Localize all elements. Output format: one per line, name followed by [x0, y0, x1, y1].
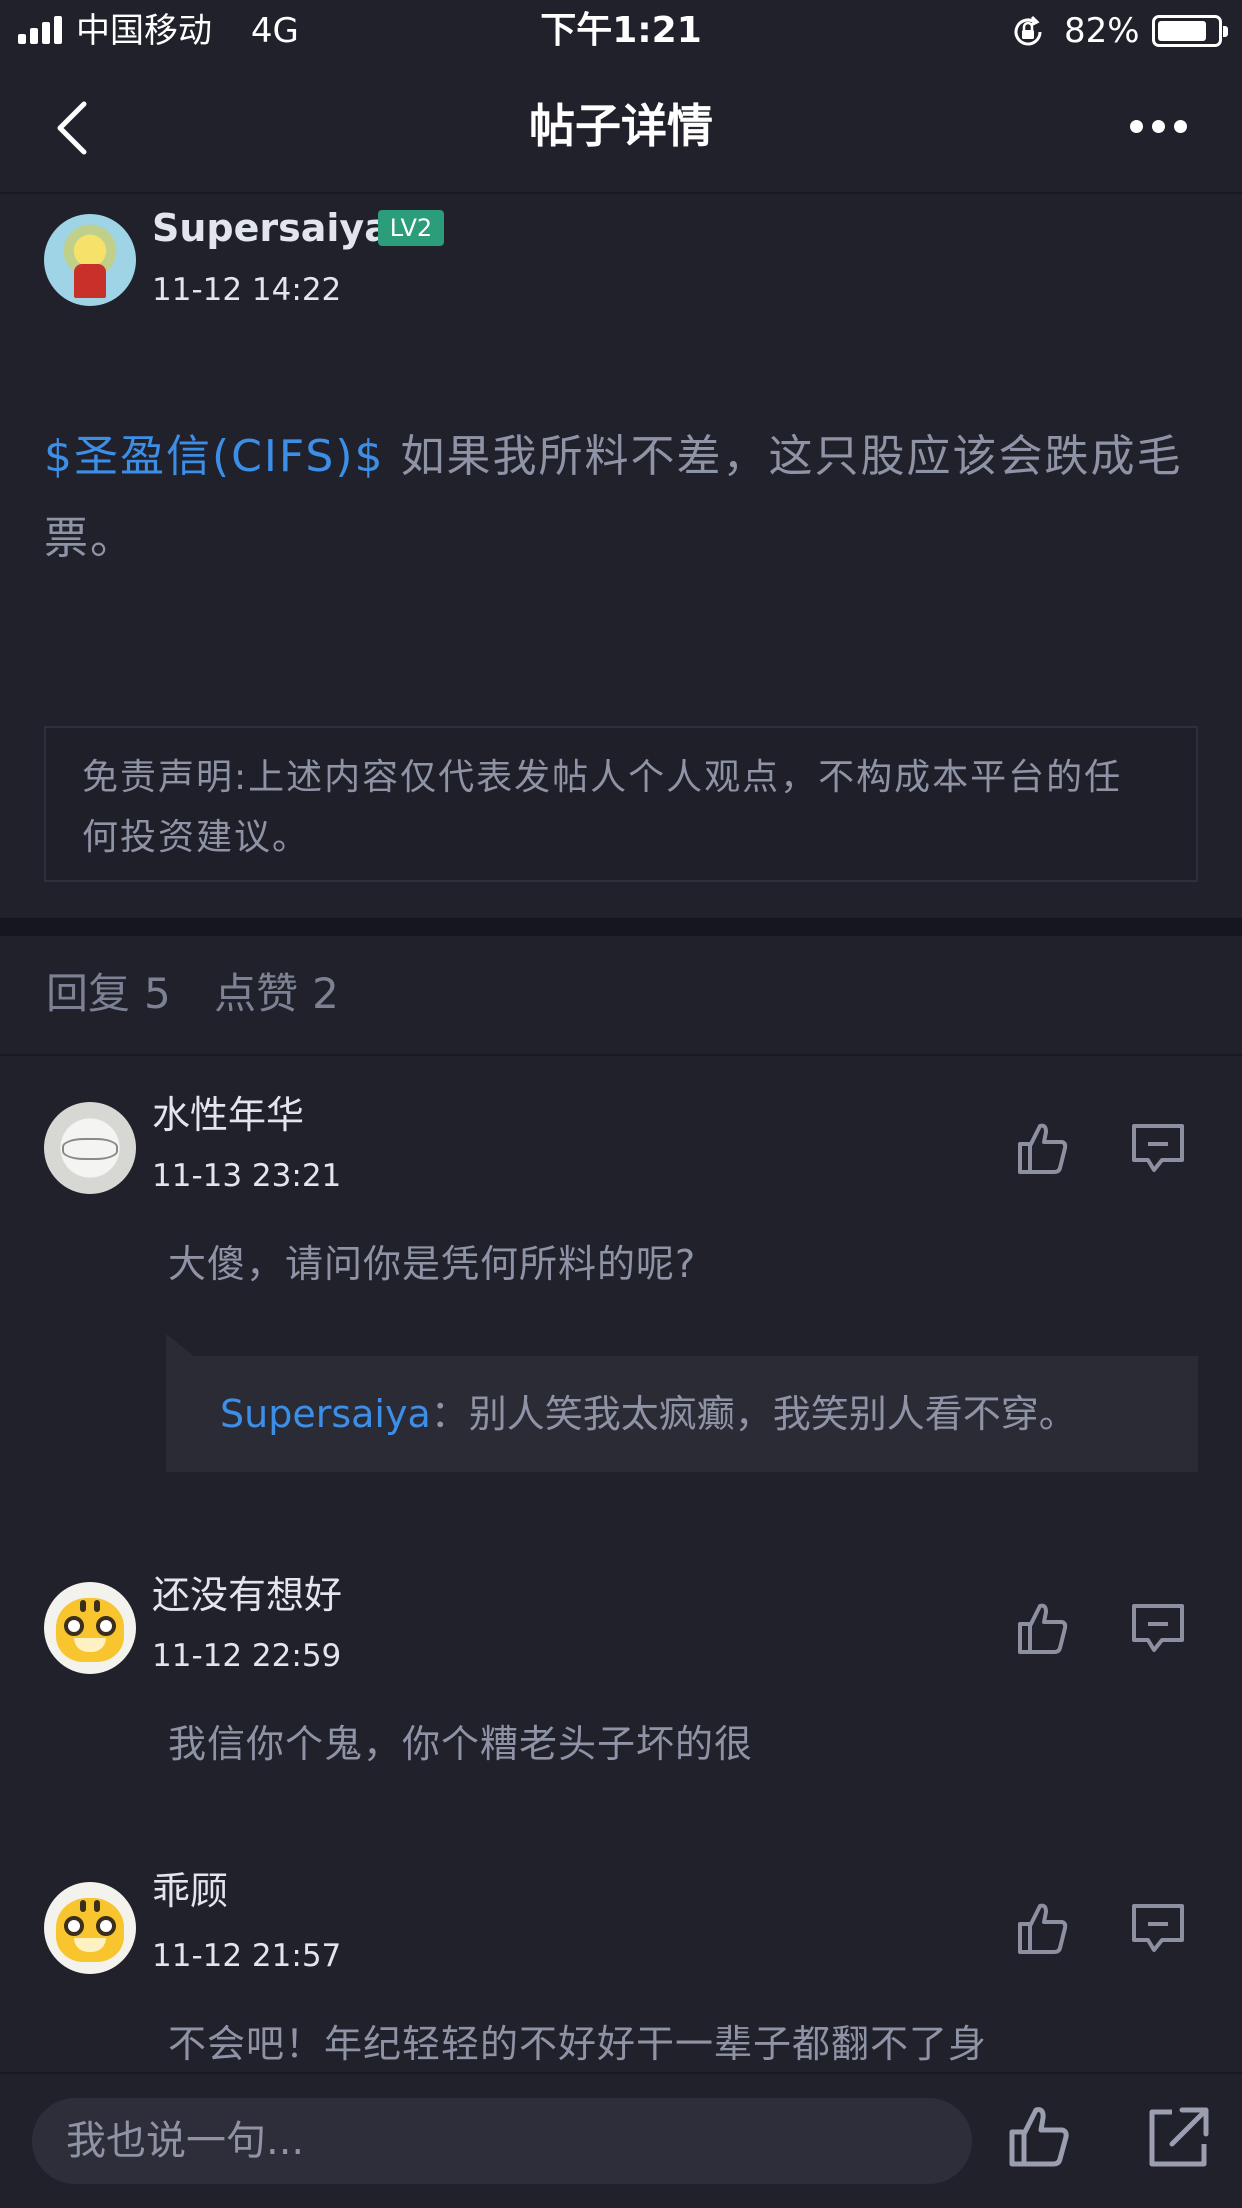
rotation-lock-icon: [1014, 15, 1042, 46]
status-time: 下午1:21: [540, 10, 702, 51]
likes-label: 点赞: [214, 969, 299, 1018]
thumbs-up-icon[interactable]: [1010, 1116, 1074, 1180]
disclaimer-box: 免责声明:上述内容仅代表发帖人个人观点，不构成本平台的任何投资建议。: [44, 726, 1198, 882]
reply-separator: ：: [430, 1392, 469, 1436]
comment-timestamp: 11-13 23:21: [152, 1158, 342, 1194]
commenter-name[interactable]: 乖顾: [152, 1866, 228, 1916]
status-bar: 中国移动 4G 下午1:21 82%: [0, 0, 1242, 62]
battery-fill: [1158, 21, 1206, 41]
thumbs-up-icon[interactable]: [1010, 1596, 1074, 1660]
battery-percent: 82%: [1064, 11, 1140, 51]
share-icon[interactable]: [1142, 2102, 1212, 2172]
post-stats: 回复 5 点赞 2: [0, 936, 1242, 1056]
bottom-action-bar: [0, 2072, 1242, 2208]
comment-icon[interactable]: [1126, 1596, 1190, 1660]
reply-text: 别人笑我太疯癫，我笑别人看不穿。: [468, 1392, 1077, 1436]
section-divider: [0, 918, 1242, 936]
replies-label: 回复: [46, 969, 131, 1018]
post-content: $圣盈信(CIFS)$ 如果我所料不差，这只股应该会跌成毛票。: [44, 416, 1204, 580]
comment-timestamp: 11-12 22:59: [152, 1638, 342, 1674]
thumbs-up-icon[interactable]: [1010, 1896, 1074, 1960]
comment-timestamp: 11-12 21:57: [152, 1938, 342, 1974]
nav-bar: 帖子详情: [0, 62, 1242, 194]
more-options-button[interactable]: [1130, 106, 1200, 146]
commenter-name[interactable]: 水性年华: [152, 1090, 304, 1140]
battery-icon: [1152, 15, 1228, 47]
page-title: 帖子详情: [529, 99, 713, 153]
like-post-icon[interactable]: [1004, 2102, 1074, 2172]
level-badge: LV2: [378, 210, 444, 246]
comment-text: 大傻，请问你是凭何所料的呢?: [168, 1242, 697, 1286]
reply-quote: Supersaiya：别人笑我太疯癫，我笑别人看不穿。: [166, 1334, 1198, 1472]
post-author-avatar[interactable]: [44, 214, 136, 306]
post-author-name[interactable]: Supersaiya: [152, 204, 390, 252]
post-timestamp: 11-12 14:22: [152, 272, 342, 308]
comment-icon[interactable]: [1126, 1896, 1190, 1960]
reply-author[interactable]: Supersaiya: [220, 1392, 431, 1436]
comment-icon[interactable]: [1126, 1116, 1190, 1180]
likes-count: 2: [312, 969, 339, 1018]
replies-count: 5: [144, 969, 171, 1018]
commenter-avatar[interactable]: [44, 1102, 136, 1194]
comment-input[interactable]: [32, 2098, 972, 2184]
commenter-avatar[interactable]: [44, 1882, 136, 1974]
stock-tag-link[interactable]: $圣盈信(CIFS)$: [44, 431, 384, 482]
likes-stat: 点赞 2: [214, 969, 339, 1018]
commenter-name[interactable]: 还没有想好: [152, 1570, 342, 1620]
commenter-avatar[interactable]: [44, 1582, 136, 1674]
comment-text: 不会吧！年纪轻轻的不好好干一辈子都翻不了身: [168, 2022, 988, 2066]
comment-text: 我信你个鬼，你个糟老头子坏的很: [168, 1722, 754, 1766]
replies-stat: 回复 5: [46, 969, 171, 1018]
